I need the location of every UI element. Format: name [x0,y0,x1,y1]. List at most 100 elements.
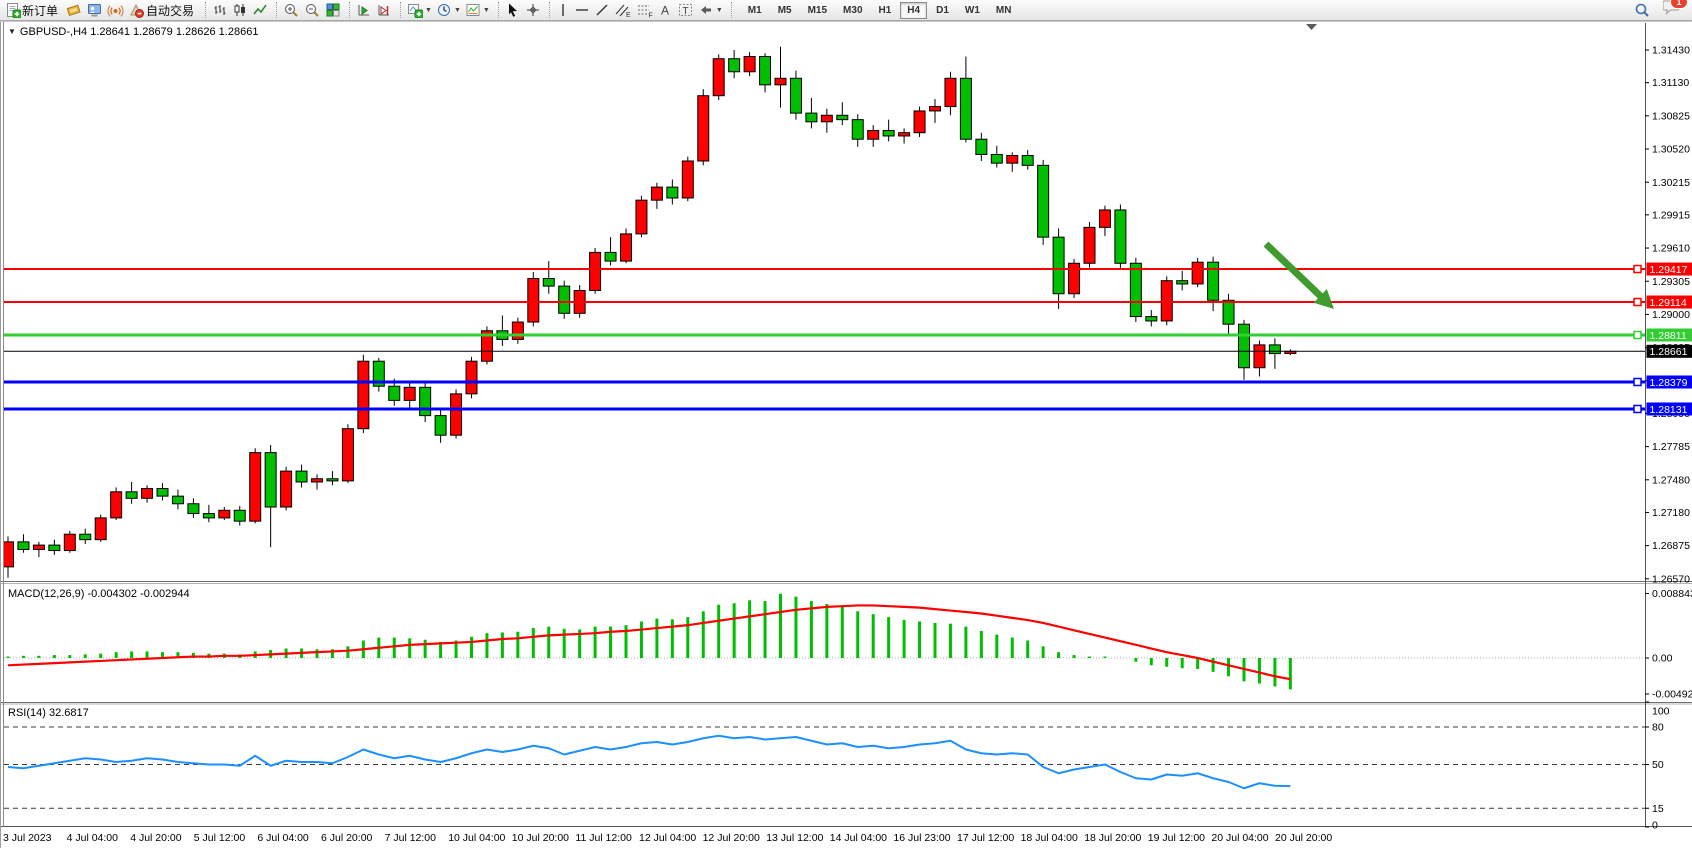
fibonacci-tool[interactable]: F [634,1,656,20]
candle-down [1177,281,1188,284]
line-chart-button[interactable] [250,1,270,20]
chart-window[interactable]: 1.314301.311301.308251.305201.302151.299… [0,21,1692,848]
mt4-application: 新订单 [0,0,1692,848]
candle-down [1223,300,1234,324]
arrows-tool[interactable]: ▼ [696,1,725,20]
signals-button[interactable] [105,1,126,20]
timeframe-M1[interactable]: M1 [741,2,769,19]
indicators-dropdown-caret[interactable]: ▼ [425,7,432,14]
timeframe-W1[interactable]: W1 [958,2,987,19]
periods-button[interactable]: ▼ [434,1,463,20]
price-tick-label: 1.27180 [1652,507,1690,519]
virtual-hosting-button[interactable] [84,1,105,20]
chart-shift-button[interactable] [374,1,394,20]
notifications-button[interactable]: 1 [1663,0,1682,21]
candle-down [991,154,1002,163]
search-button[interactable] [1631,1,1653,20]
price-line-label: 1.28661 [1650,346,1688,358]
price-tick-label: 1.26875 [1652,540,1690,552]
rsi-axis-label: 0 [1652,820,1658,832]
time-axis[interactable]: 3 Jul 20234 Jul 04:004 Jul 20:005 Jul 12… [3,832,1332,844]
autotrading-label: 自动交易 [146,2,194,19]
toolbar-separator [344,2,350,18]
text-tool[interactable]: A [656,1,675,20]
candle-down [1115,210,1126,263]
time-axis-label: 16 Jul 23:00 [893,832,950,844]
new-order-label: 新订单 [22,2,58,19]
candle-down [806,113,817,122]
candle-down [559,286,570,313]
arrows-dropdown-caret[interactable]: ▼ [716,7,723,14]
toolbar-separator [200,2,206,18]
chart-canvas[interactable]: 1.314301.311301.308251.305201.302151.299… [0,21,1692,848]
candle-up [512,322,523,339]
candle-down [1038,165,1049,237]
line-anchor-handle [1634,378,1641,385]
templates-button[interactable]: ▼ [463,1,492,20]
candle-down [976,139,987,154]
gold-ingot-button[interactable] [63,1,84,20]
toolbar-separator [544,2,550,18]
indicators-button[interactable]: ▼ [405,1,434,20]
zoom-in-button[interactable] [281,1,302,20]
crosshair-button[interactable] [523,1,543,20]
line-anchor-handle [1634,266,1641,273]
candle-down [729,59,740,72]
cursor-button[interactable] [503,1,523,20]
price-tick-label: 1.26570 [1652,573,1690,585]
periods-clock-icon [436,2,452,18]
candlestick-chart-button[interactable] [230,1,250,20]
price-tick-label: 1.29610 [1652,243,1690,255]
timeframe-H4[interactable]: H4 [900,2,927,19]
price-tick-label: 1.31130 [1652,77,1689,89]
bar-chart-icon [212,2,228,18]
zoom-out-button[interactable] [302,1,323,20]
timeframe-M5[interactable]: M5 [771,2,799,19]
timeframe-M30[interactable]: M30 [836,2,869,19]
candle-up [3,542,14,567]
timeframe-toolbar: M1M5M15M30H1H4D1W1MN [740,2,1020,19]
candle-down [760,57,771,85]
candle-down [172,496,183,504]
notification-badge: 1 [1670,0,1688,9]
horizontal-line-tool[interactable] [572,1,592,20]
timeframe-H1[interactable]: H1 [872,2,899,19]
svg-text:F: F [648,13,652,19]
candle-up [651,187,662,200]
rsi-axis-label: 80 [1652,722,1664,734]
time-axis-label: 19 Jul 12:00 [1148,832,1205,844]
candle-up [590,252,601,290]
line-anchor-handle [1634,405,1641,412]
candle-up [621,234,632,261]
candle-down [852,120,863,140]
tile-windows-button[interactable] [323,1,343,20]
equidistant-channel-tool[interactable]: E [612,1,634,20]
time-axis-label: 20 Jul 04:00 [1211,832,1268,844]
autotrading-button[interactable]: 自动交易 [126,1,199,20]
price-line-label: 1.29114 [1650,297,1687,309]
time-axis-label: 3 Jul 2023 [3,832,52,844]
chart-background [0,21,1692,848]
svg-text:A: A [661,4,669,18]
timeframe-MN[interactable]: MN [989,2,1019,19]
candle-up [945,78,956,106]
candle-up [1069,263,1080,293]
time-axis-label: 11 Jul 12:00 [575,832,632,844]
new-order-button[interactable]: 新订单 [3,1,63,20]
zoom-in-icon [283,2,300,18]
vertical-line-tool[interactable] [554,1,572,20]
bar-chart-button[interactable] [210,1,230,20]
auto-scroll-button[interactable] [354,1,374,20]
candle-up [281,471,292,507]
text-label-tool[interactable]: T [675,1,696,20]
candle-down [1239,324,1250,368]
candle-down [126,492,137,499]
templates-dropdown-caret[interactable]: ▼ [483,7,490,14]
timeframe-M15[interactable]: M15 [801,2,834,19]
candle-down [1208,262,1219,300]
trendline-tool[interactable] [592,1,612,20]
periods-dropdown-caret[interactable]: ▼ [454,7,461,14]
time-axis-label: 17 Jul 12:00 [957,832,1014,844]
candle-down [1269,345,1280,354]
timeframe-D1[interactable]: D1 [929,2,956,19]
